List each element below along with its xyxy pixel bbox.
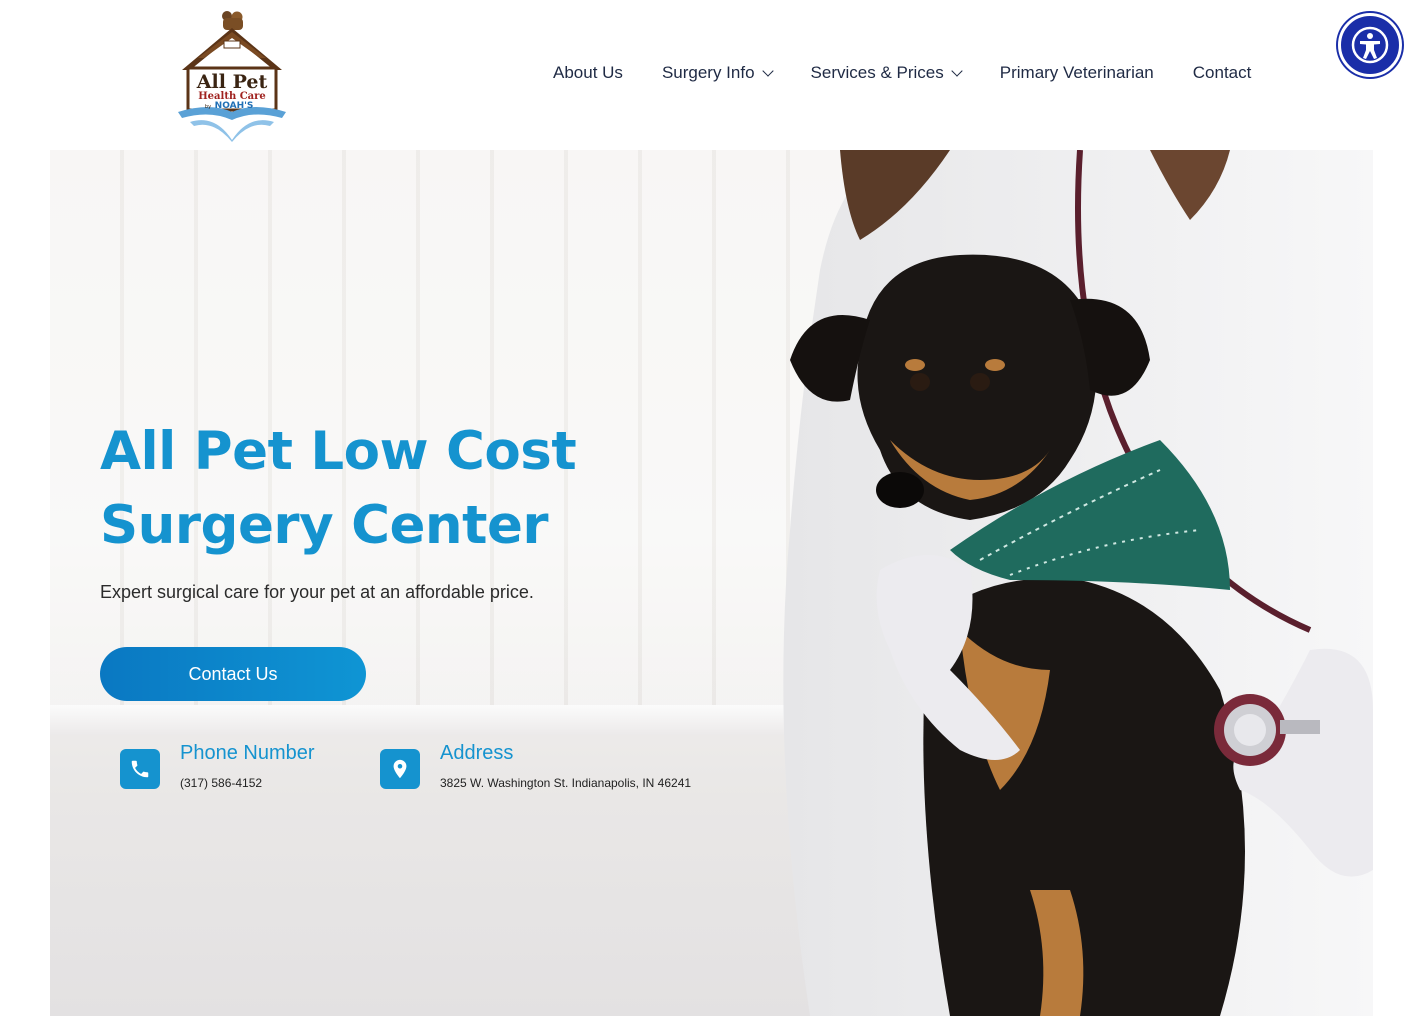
nav-primary-veterinarian[interactable]: Primary Veterinarian (1000, 63, 1154, 83)
address-info: Address 3825 W. Washington St. Indianapo… (380, 740, 691, 790)
hero-title: All Pet Low Cost Surgery Center (100, 421, 577, 556)
logo-text-noahs: NOAH'S (215, 101, 254, 111)
phone-icon (120, 749, 160, 789)
nav-contact-label: Contact (1192, 63, 1252, 82)
hero-subtitle: Expert surgical care for your pet at an … (100, 582, 534, 602)
chevron-down-icon (951, 64, 963, 77)
phone-info: Phone Number (317) 586-4152 (120, 740, 315, 790)
vet-puppy-photo (783, 150, 1373, 1016)
phone-number[interactable]: (317) 586-4152 (180, 776, 315, 790)
phone-title: Phone Number (180, 742, 315, 764)
address-title: Address (440, 742, 514, 764)
nav-surgery-info-label: Surgery Info (661, 63, 755, 82)
nav-about-us-label: About Us (553, 63, 623, 82)
main-nav: About Us Surgery Info Services & Prices … (553, 60, 1251, 86)
nav-contact[interactable]: Contact (1193, 63, 1252, 83)
chevron-down-icon (761, 64, 774, 77)
nav-about-us[interactable]: About Us (553, 63, 623, 83)
contact-us-button-label: Contact Us (188, 663, 278, 684)
accessibility-icon (1351, 26, 1389, 64)
nav-primary-veterinarian-label: Primary Veterinarian (999, 63, 1154, 82)
site-logo[interactable]: All Pet Health Care by NOAH'S (170, 8, 294, 142)
nav-services-prices-label: Services & Prices (810, 63, 944, 82)
accessibility-button[interactable] (1338, 13, 1402, 77)
nav-services-prices[interactable]: Services & Prices (810, 63, 963, 83)
site-header: All Pet Health Care by NOAH'S About Us S… (0, 0, 1423, 150)
hero-section: All Pet Low Cost Surgery Center Expert s… (50, 150, 1373, 1016)
address-text[interactable]: 3825 W. Washington St. Indianapolis, IN … (440, 776, 691, 790)
logo-text-by: by (205, 104, 211, 110)
contact-us-button[interactable]: Contact Us (100, 647, 366, 701)
logo-text-allpet: All Pet (196, 71, 268, 93)
map-pin-icon (380, 749, 420, 789)
nav-surgery-info[interactable]: Surgery Info (661, 63, 774, 83)
